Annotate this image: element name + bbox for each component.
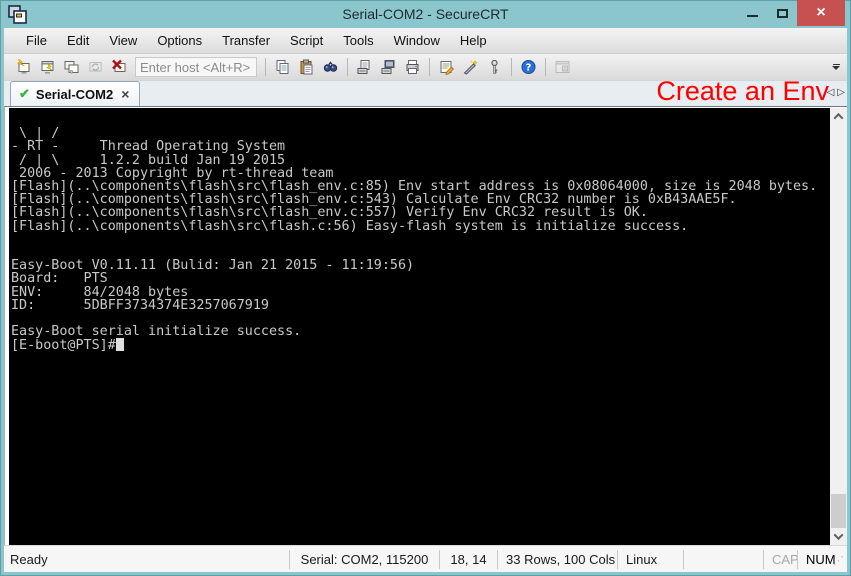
paste-icon xyxy=(298,59,315,75)
help-icon: ? xyxy=(520,59,537,75)
find-icon xyxy=(322,59,339,75)
close-button[interactable]: × xyxy=(797,0,845,26)
scrollbar-thumb[interactable] xyxy=(831,494,846,528)
print-screen-icon xyxy=(380,59,397,75)
status-screen-size: 33 Rows, 100 Cols xyxy=(497,550,617,569)
toolbar-overflow-button[interactable] xyxy=(829,57,843,77)
connect-in-tab-button[interactable] xyxy=(60,56,83,78)
help-button[interactable]: ? xyxy=(517,56,540,78)
disconnect-icon xyxy=(111,59,128,75)
annotation-create-an-env: Create an Env xyxy=(656,76,829,107)
copy-icon xyxy=(274,59,291,75)
minimize-button[interactable] xyxy=(737,0,767,26)
status-bar: Ready Serial: COM2, 115200 18, 14 33 Row… xyxy=(4,545,847,572)
terminal-frame: \ | / - RT - Thread Operating System / |… xyxy=(4,106,847,545)
connect-button[interactable] xyxy=(36,56,59,78)
quick-connect-icon xyxy=(15,59,32,75)
find-button[interactable] xyxy=(319,56,342,78)
menu-edit[interactable]: Edit xyxy=(57,29,99,52)
disconnect-button[interactable] xyxy=(108,56,131,78)
terminal-cursor xyxy=(116,338,124,351)
status-caps-lock: CAP xyxy=(763,550,797,569)
session-manager-button[interactable]: A xyxy=(551,56,574,78)
vertical-scrollbar[interactable] xyxy=(830,108,847,545)
tab-connected-check-icon: ✔ xyxy=(19,86,30,102)
terminal-text: \ | / - RT - Thread Operating System / |… xyxy=(11,126,817,353)
print-document-button[interactable] xyxy=(353,56,376,78)
close-icon: × xyxy=(816,0,825,26)
title-bar[interactable]: Serial-COM2 - SecureCRT × xyxy=(0,0,851,28)
print-screen-button[interactable] xyxy=(377,56,400,78)
tab-label: Serial-COM2 xyxy=(36,87,113,102)
terminal-screen[interactable]: \ | / - RT - Thread Operating System / |… xyxy=(9,108,830,545)
ssh-keys-button[interactable] xyxy=(483,56,506,78)
menu-options[interactable]: Options xyxy=(147,29,212,52)
connect-icon xyxy=(39,59,56,75)
status-cursor-position: 18, 14 xyxy=(439,550,497,569)
maximize-icon xyxy=(777,9,788,18)
run-script-icon xyxy=(462,59,479,75)
toolbar-separator xyxy=(511,58,512,76)
key-icon xyxy=(486,59,503,75)
menu-view[interactable]: View xyxy=(99,29,147,52)
menu-file[interactable]: File xyxy=(16,29,57,52)
status-emulation: Linux xyxy=(617,550,683,569)
print-document-icon xyxy=(356,59,373,75)
status-blank xyxy=(683,550,763,569)
minimize-icon xyxy=(747,15,758,17)
host-input[interactable] xyxy=(135,57,257,77)
toolbar-overflow-icon xyxy=(833,64,840,66)
scroll-up-button[interactable] xyxy=(830,108,847,125)
status-ready: Ready xyxy=(4,550,289,569)
securecrt-window: { "window": { "title": "Serial-COM2 - Se… xyxy=(0,0,851,576)
quick-connect-button[interactable] xyxy=(12,56,35,78)
chevron-down-icon xyxy=(834,530,844,540)
status-serial: Serial: COM2, 115200 xyxy=(289,550,439,569)
print-button[interactable] xyxy=(401,56,424,78)
paste-button[interactable] xyxy=(295,56,318,78)
status-num-lock: NUM xyxy=(797,550,833,569)
chevron-up-icon xyxy=(834,113,844,123)
menu-tools[interactable]: Tools xyxy=(333,29,383,52)
session-manager-icon: A xyxy=(554,59,571,75)
maximize-button[interactable] xyxy=(767,0,797,26)
toolbar-separator xyxy=(265,58,266,76)
scroll-down-button[interactable] xyxy=(830,528,847,545)
menu-bar: File Edit View Options Transfer Script T… xyxy=(4,28,847,54)
menu-transfer[interactable]: Transfer xyxy=(212,29,280,52)
svg-text:?: ? xyxy=(526,63,532,74)
toolbar-separator xyxy=(347,58,348,76)
session-options-button[interactable] xyxy=(435,56,458,78)
printer-icon xyxy=(404,59,421,75)
menu-window[interactable]: Window xyxy=(384,29,450,52)
reconnect-button[interactable] xyxy=(84,56,107,78)
toolbar-separator xyxy=(545,58,546,76)
session-options-icon xyxy=(438,59,455,75)
toolbar-separator xyxy=(429,58,430,76)
menu-script[interactable]: Script xyxy=(280,29,333,52)
tab-serial-com2[interactable]: ✔ Serial-COM2 × xyxy=(10,81,140,106)
tab-close-icon[interactable]: × xyxy=(119,87,131,101)
menu-help[interactable]: Help xyxy=(450,29,497,52)
connect-in-tab-icon xyxy=(63,59,80,75)
copy-button[interactable] xyxy=(271,56,294,78)
reconnect-icon xyxy=(87,59,104,75)
window-title: Serial-COM2 - SecureCRT xyxy=(0,0,851,28)
resize-grip[interactable]: ⋰ xyxy=(833,550,847,569)
run-script-button[interactable] xyxy=(459,56,482,78)
tab-scroll-controls: ◁ ▷ xyxy=(827,87,845,98)
tab-scroll-right-icon[interactable]: ▷ xyxy=(837,87,845,98)
